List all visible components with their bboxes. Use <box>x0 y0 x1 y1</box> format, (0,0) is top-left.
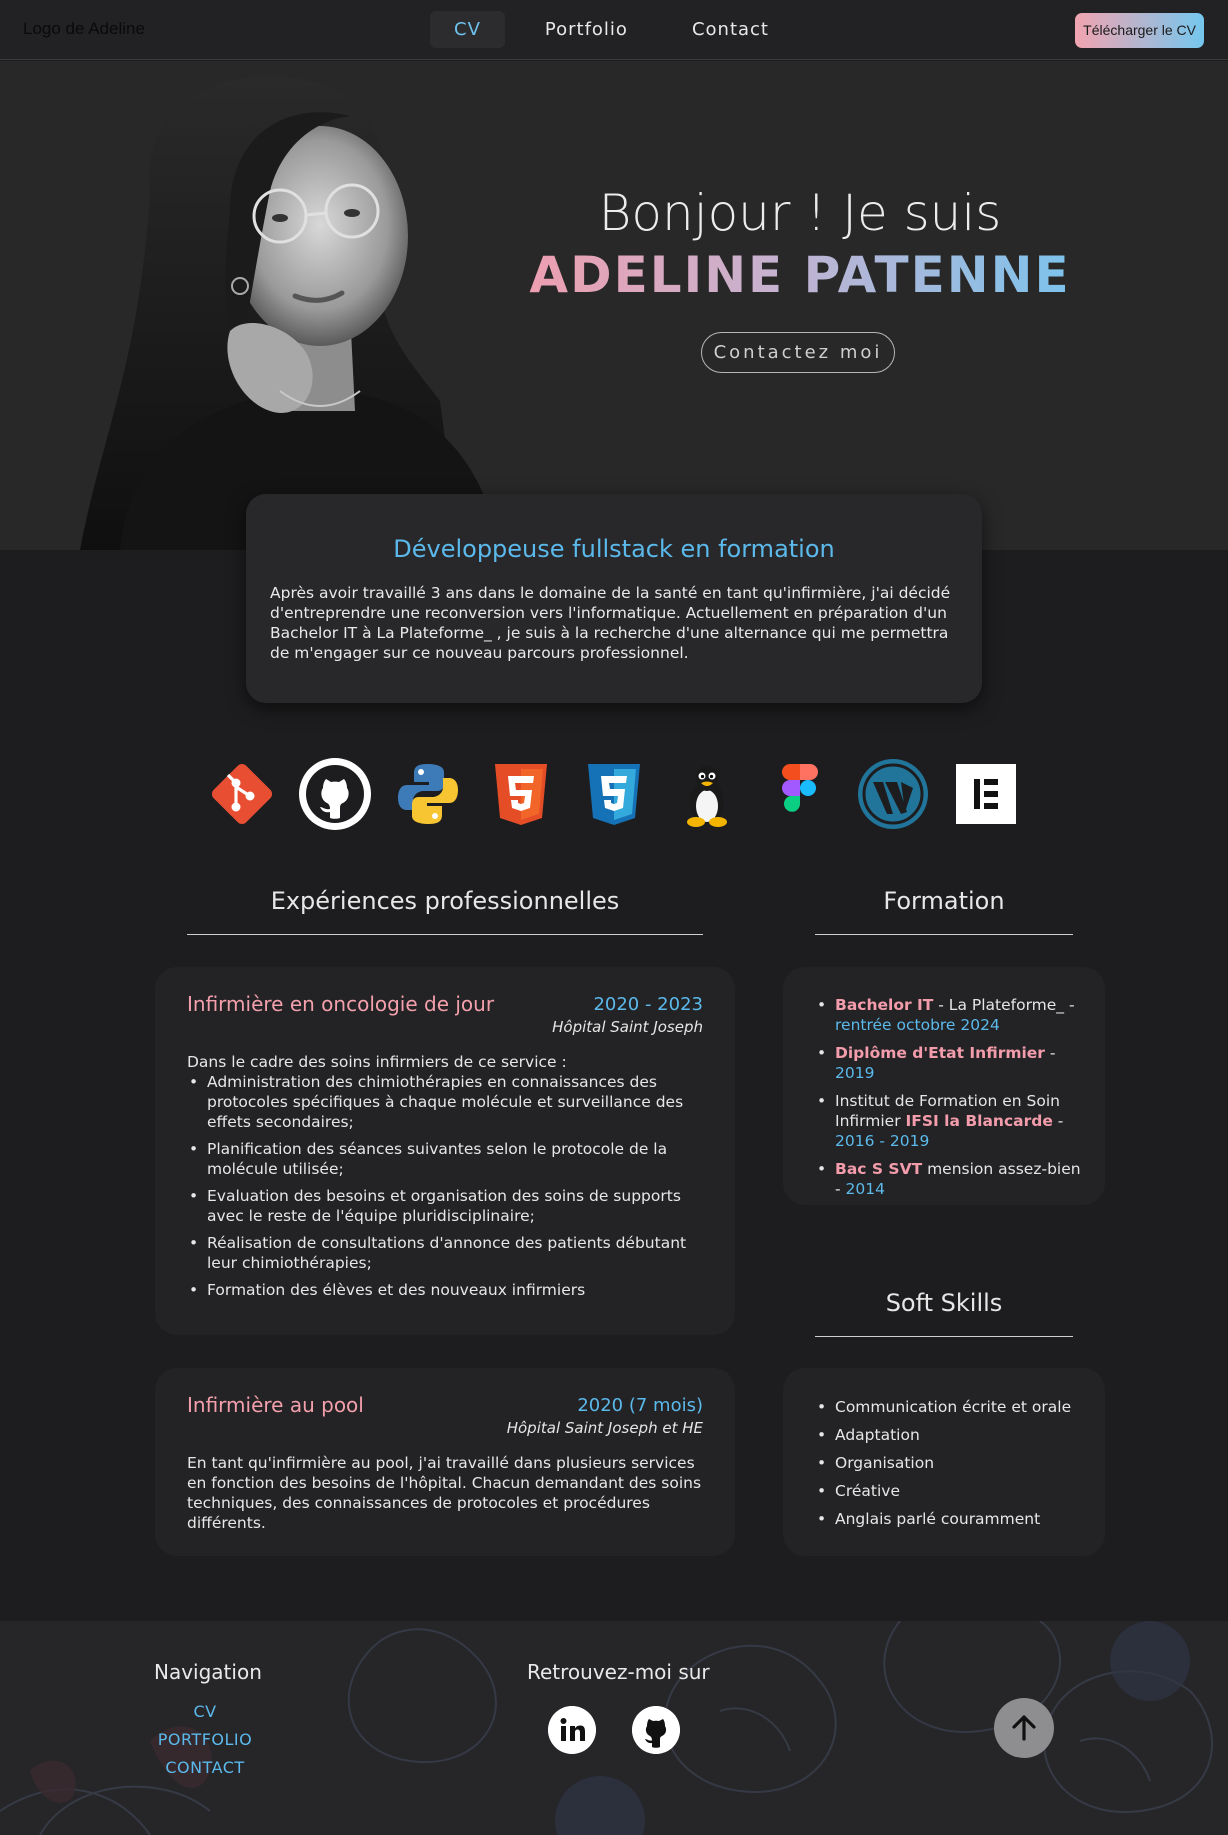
list-item: Evaluation des besoins et organisation d… <box>187 1186 707 1226</box>
git-icon <box>211 763 273 825</box>
formation-card: Bachelor IT - La Plateforme_ - rentrée o… <box>783 967 1105 1205</box>
footer-nav-title: Navigation <box>154 1660 262 1684</box>
skills-icons-row <box>0 758 1228 830</box>
nav-link-portfolio[interactable]: Portfolio <box>521 11 652 48</box>
top-navbar: Logo de Adeline CV Portfolio Contact Tél… <box>0 0 1228 60</box>
list-item: Organisation <box>815 1449 1071 1477</box>
linkedin-icon[interactable] <box>548 1706 596 1754</box>
scroll-to-top-button[interactable] <box>994 1698 1054 1758</box>
formation-title: Formation <box>883 887 1005 915</box>
hero-name: ADELINE PATENNE <box>490 246 1110 304</box>
arrow-up-icon <box>1012 1715 1036 1741</box>
list-item: Créative <box>815 1477 1071 1505</box>
list-item: Planification des séances suivantes selo… <box>187 1139 707 1179</box>
list-item: Adaptation <box>815 1421 1071 1449</box>
experiences-divider <box>187 934 703 935</box>
hero-greeting: Bonjour ! Je suis <box>598 184 1002 242</box>
experiences-title: Expériences professionnelles <box>270 887 620 915</box>
site-logo[interactable]: Logo de Adeline <box>23 19 145 39</box>
intro-title: Développeuse fullstack en formation <box>393 535 835 563</box>
formation-list: Bachelor IT - La Plateforme_ - rentrée o… <box>815 995 1085 1207</box>
soft-skills-card: Communication écrite et orale Adaptation… <box>783 1368 1105 1556</box>
hero-section: Bonjour ! Je suis ADELINE PATENNE Contac… <box>0 61 1228 550</box>
css3-icon <box>588 764 640 825</box>
job-description: En tant qu'infirmière au pool, j'ai trav… <box>187 1454 702 1532</box>
footer-link-cv[interactable]: CV <box>145 1702 265 1721</box>
contact-me-button[interactable]: Contactez moi <box>701 332 895 373</box>
nav-link-contact[interactable]: Contact <box>668 11 793 48</box>
python-icon <box>398 764 458 824</box>
soft-skills-list: Communication écrite et orale Adaptation… <box>815 1393 1071 1533</box>
site-footer: Navigation CV PORTFOLIO CONTACT Retrouve… <box>0 1621 1228 1835</box>
main-nav: CV Portfolio Contact <box>430 11 809 48</box>
download-cv-button[interactable]: Télécharger le CV <box>1075 13 1204 48</box>
list-item: Réalisation de consultations d'annonce d… <box>187 1233 707 1273</box>
list-item: Anglais parlé couramment <box>815 1505 1071 1533</box>
job-title: Infirmière en oncologie de jour <box>187 992 495 1016</box>
list-item: Diplôme d'Etat Infirmier - 2019 <box>815 1043 1085 1083</box>
wordpress-icon <box>858 759 928 829</box>
job-card-pool: Infirmière au pool 2020 (7 mois) Hôpital… <box>155 1368 735 1556</box>
github-icon <box>299 758 371 830</box>
linux-icon <box>687 765 727 827</box>
nav-link-cv[interactable]: CV <box>430 11 505 48</box>
html5-icon <box>495 764 547 825</box>
list-item: Communication écrite et orale <box>815 1393 1071 1421</box>
formation-divider <box>815 934 1073 935</box>
list-item: Administration des chimiothérapies en co… <box>187 1072 707 1132</box>
job-dates: 2020 - 2023 <box>593 994 703 1015</box>
job-dates: 2020 (7 mois) <box>577 1395 703 1416</box>
job-place: Hôpital Saint Joseph <box>552 1018 703 1036</box>
job-card-oncology: Infirmière en oncologie de jour 2020 - 2… <box>155 967 735 1335</box>
github-icon[interactable] <box>632 1706 680 1754</box>
job-place: Hôpital Saint Joseph et HE <box>506 1419 703 1437</box>
list-item: Bac S SVT mension assez-bien - 2014 <box>815 1159 1085 1199</box>
footer-link-portfolio[interactable]: PORTFOLIO <box>145 1730 265 1749</box>
figma-icon <box>782 764 818 812</box>
list-item: Institut de Formation en Soin Infirmier … <box>815 1091 1085 1151</box>
footer-social-title: Retrouvez-moi sur <box>527 1660 710 1684</box>
soft-skills-title: Soft Skills <box>885 1289 1003 1317</box>
elementor-icon <box>956 764 1016 824</box>
list-item: Bachelor IT - La Plateforme_ - rentrée o… <box>815 995 1085 1035</box>
portrait-photo <box>80 75 500 550</box>
footer-link-contact[interactable]: CONTACT <box>145 1758 265 1777</box>
job-intro: Dans le cadre des soins infirmiers de ce… <box>187 1053 567 1071</box>
job-task-list: Administration des chimiothérapies en co… <box>187 1072 707 1300</box>
list-item: Formation des élèves et des nouveaux inf… <box>187 1280 707 1300</box>
soft-skills-divider <box>815 1336 1073 1337</box>
job-description: Dans le cadre des soins infirmiers de ce… <box>187 1052 707 1307</box>
job-title: Infirmière au pool <box>187 1393 364 1417</box>
intro-card: Développeuse fullstack en formation Aprè… <box>246 494 982 703</box>
intro-text: Après avoir travaillé 3 ans dans le doma… <box>270 584 951 662</box>
